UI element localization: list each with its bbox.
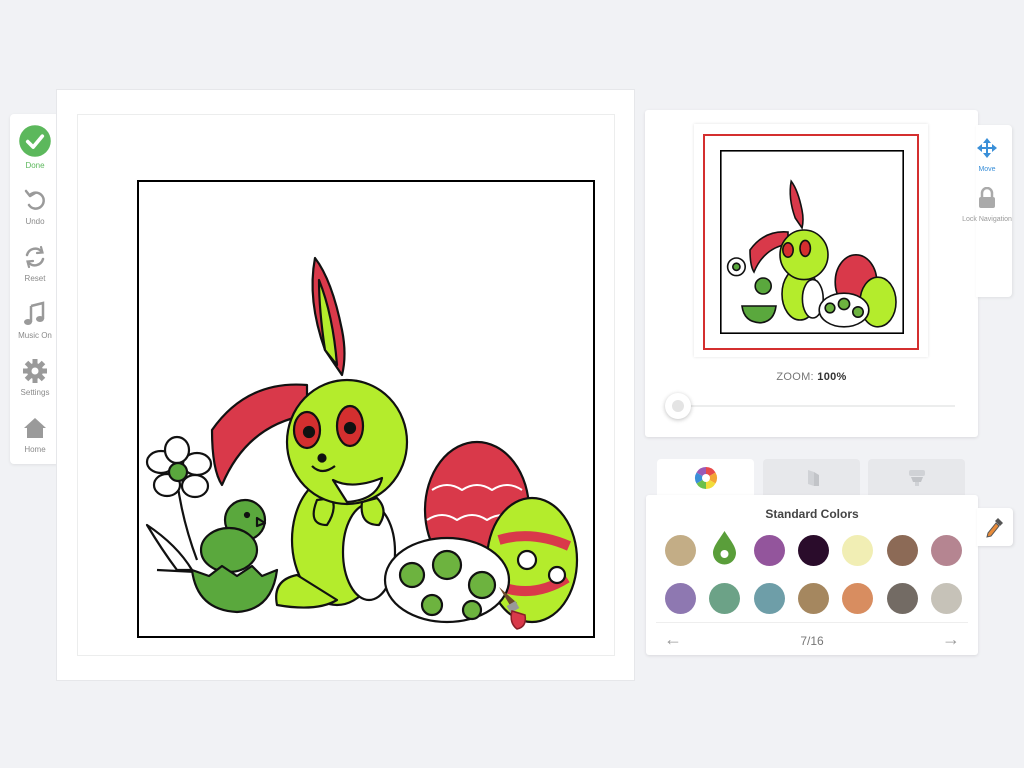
navigator-viewport-frame[interactable] (703, 134, 919, 350)
color-swatch[interactable] (797, 583, 829, 614)
color-wheel-icon (695, 467, 717, 489)
navigation-tools: Move Lock Navigation (962, 125, 1012, 297)
color-swatch[interactable] (709, 583, 741, 614)
color-swatch[interactable] (753, 583, 785, 614)
gradient-icon (808, 470, 819, 486)
next-page-arrow[interactable]: → (942, 629, 960, 650)
tab-paint-bucket[interactable] (868, 459, 965, 495)
coloring-canvas[interactable] (137, 180, 597, 640)
zoom-readout: ZOOM: 100% (645, 371, 978, 383)
zoom-label: ZOOM: (776, 371, 814, 383)
color-swatch[interactable] (665, 583, 696, 614)
undo-label: Undo (25, 217, 45, 226)
settings-button[interactable]: Settings (10, 357, 60, 397)
canvas-card (56, 89, 635, 681)
lock-label: Lock Navigation (962, 216, 1012, 223)
palette-title: Standard Colors (765, 507, 859, 521)
move-arrows-icon (977, 138, 997, 158)
reset-label: Reset (24, 274, 46, 283)
move-label: Move (978, 166, 996, 173)
gear-icon (23, 359, 47, 383)
color-swatch[interactable] (930, 583, 962, 614)
left-toolbar: Done Undo Reset Music On Settings Home (10, 114, 60, 464)
undo-button[interactable]: Undo (10, 186, 60, 226)
lock-navigation-button[interactable]: Lock Navigation (962, 186, 1012, 224)
eyedropper-button[interactable] (977, 508, 1013, 546)
settings-label: Settings (20, 388, 50, 397)
color-swatch[interactable] (753, 535, 785, 566)
music-label: Music On (18, 331, 52, 340)
done-label: Done (25, 161, 45, 170)
paintbrush-cursor-icon (499, 587, 527, 630)
navigator-preview (720, 150, 904, 334)
home-label: Home (24, 445, 46, 454)
done-button[interactable]: Done (10, 124, 60, 170)
zoom-value: 100% (817, 371, 847, 383)
color-swatch[interactable] (797, 535, 829, 566)
tab-gradient[interactable] (763, 459, 860, 495)
pager-divider (656, 622, 968, 623)
reset-icon (25, 245, 45, 269)
home-icon (24, 418, 46, 438)
move-button[interactable]: Move (962, 137, 1012, 174)
eyedropper-icon (986, 518, 1003, 538)
color-swatch[interactable] (842, 535, 874, 566)
navigator-thumbnail[interactable] (694, 124, 928, 357)
color-swatch[interactable] (886, 583, 918, 614)
color-swatch[interactable] (930, 535, 962, 566)
navigator-panel: ZOOM: 100% (645, 110, 978, 437)
color-swatch[interactable] (842, 583, 874, 614)
tab-color-wheel[interactable] (657, 459, 754, 499)
canvas-inner (77, 114, 615, 656)
undo-icon (24, 189, 45, 210)
color-swatch[interactable] (709, 531, 740, 566)
zoom-slider-handle[interactable] (665, 393, 691, 419)
music-toggle[interactable]: Music On (10, 300, 60, 340)
color-swatch[interactable] (665, 535, 696, 566)
home-button[interactable]: Home (10, 414, 60, 454)
color-swatch[interactable] (886, 535, 918, 566)
palette-page-indicator: 7/16 (800, 634, 824, 648)
check-circle-icon (19, 125, 51, 157)
color-palette-panel: Standard Colors ← 7/16 → (646, 495, 978, 655)
reset-button[interactable]: Reset (10, 243, 60, 283)
selected-color-drop-icon (713, 531, 737, 565)
zoom-slider-track[interactable] (675, 405, 955, 407)
lock-icon (979, 186, 995, 208)
music-note-icon (24, 301, 45, 325)
paint-bucket-icon (909, 470, 925, 486)
